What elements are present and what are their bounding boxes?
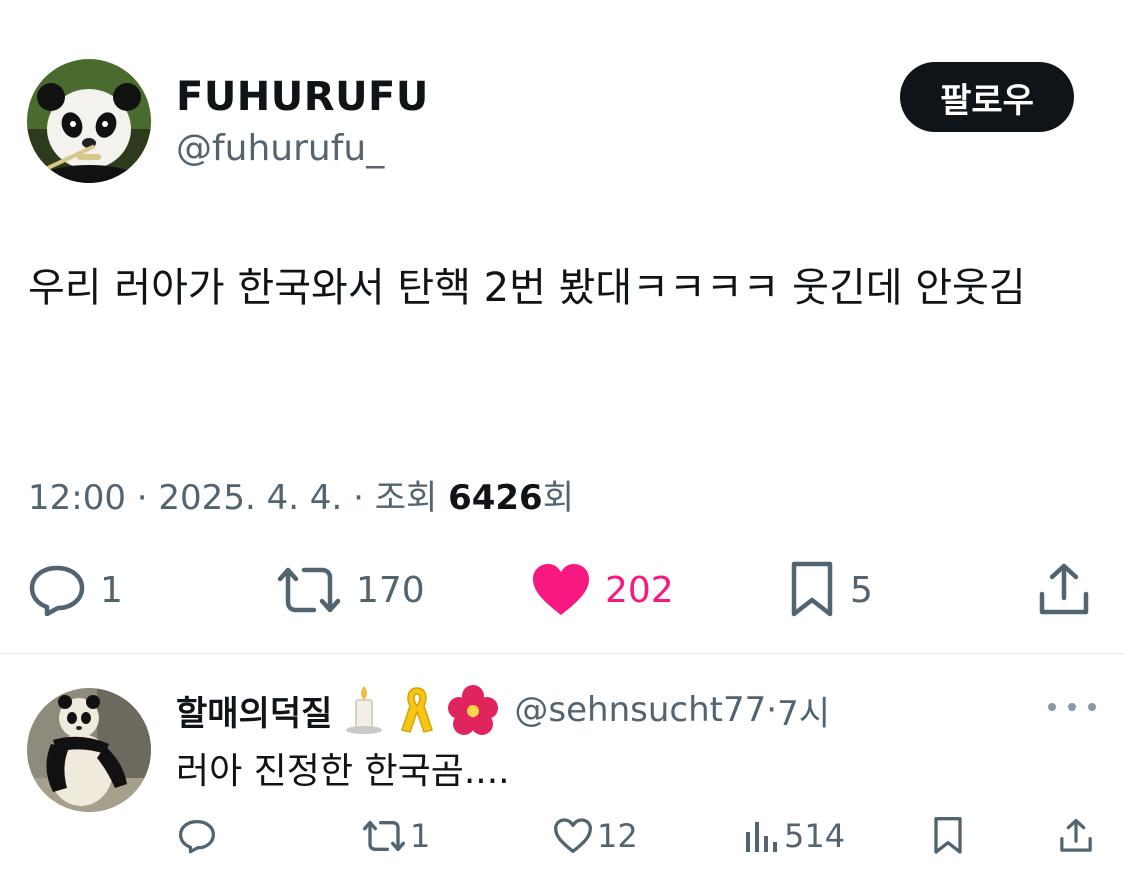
bookmark-icon (934, 817, 962, 854)
views-count: 6426 (448, 478, 543, 518)
reply-like-count: 12 (597, 817, 638, 855)
reply-bookmark-button[interactable] (932, 812, 964, 860)
bookmark-count: 5 (850, 569, 873, 611)
author-handle[interactable]: @fuhurufu_ (176, 128, 384, 169)
reply-author-name[interactable]: 할매의덕질 (176, 686, 332, 735)
heart-outline-icon (554, 818, 592, 853)
meta-separator: · (125, 478, 159, 518)
bookmark-button[interactable]: 5 (788, 560, 873, 620)
tweet-time[interactable]: 12:00 (28, 478, 126, 518)
reply-count: 1 (100, 569, 123, 611)
author-avatar[interactable] (27, 59, 151, 183)
share-button[interactable] (1036, 560, 1092, 620)
views-label: 조회 (374, 478, 438, 518)
panda-avatar-image (27, 59, 151, 183)
reply-separator: · (766, 690, 778, 730)
follow-button[interactable]: 팔로우 (900, 62, 1074, 132)
like-count: 202 (605, 569, 674, 611)
heart-filled-icon (533, 564, 589, 615)
more-dots-icon[interactable] (1048, 692, 1096, 722)
reply-like-button[interactable]: 12 (553, 812, 638, 860)
yellow-ribbon-emoji-icon (398, 684, 436, 736)
reply-header: 할매의덕질 @sehnsucht77 · 7시 (176, 684, 830, 736)
reply-icon (29, 565, 85, 616)
reply-reply-button[interactable] (178, 812, 220, 860)
retweet-icon (363, 821, 405, 851)
reply-retweet-count: 1 (410, 817, 431, 855)
share-icon (1060, 818, 1092, 852)
hibiscus-emoji-icon (446, 684, 500, 736)
reply-author-avatar[interactable] (27, 688, 151, 812)
tweet-meta: 12:00 · 2025. 4. 4. · 조회 6426회 (28, 470, 574, 519)
author-name[interactable]: FUHURUFU (176, 74, 429, 120)
retweet-count: 170 (356, 569, 425, 611)
tweet-text: 우리 러아가 한국와서 탄핵 2번 봤대ㅋㅋㅋㅋ 웃긴데 안웃김 (28, 265, 1026, 311)
bookmark-icon (791, 561, 833, 617)
reply-views-button[interactable]: 514 (744, 812, 845, 860)
reply-time[interactable]: 7시 (777, 686, 830, 735)
share-icon (1039, 563, 1089, 615)
tweet-date[interactable]: 2025. 4. 4. (158, 478, 342, 518)
retweet-icon (277, 567, 341, 613)
reply-icon (178, 819, 216, 854)
views-bar-icon (746, 822, 777, 852)
like-button[interactable]: 202 (531, 560, 674, 620)
reply-share-button[interactable] (1058, 812, 1094, 860)
views-suffix: 회 (542, 478, 574, 518)
candle-emoji-icon (342, 684, 386, 736)
divider (0, 653, 1125, 654)
reply-text: 러아 진정한 한국곰.... (176, 751, 510, 792)
reply-author-handle[interactable]: @sehnsucht77 (514, 690, 766, 730)
reply-views-count: 514 (784, 817, 846, 855)
reply-retweet-button[interactable]: 1 (362, 812, 430, 860)
meta-separator: · (342, 478, 375, 518)
retweet-button[interactable]: 170 (276, 560, 425, 620)
reply-button[interactable]: 1 (28, 560, 123, 620)
panda-avatar-image (27, 688, 151, 812)
